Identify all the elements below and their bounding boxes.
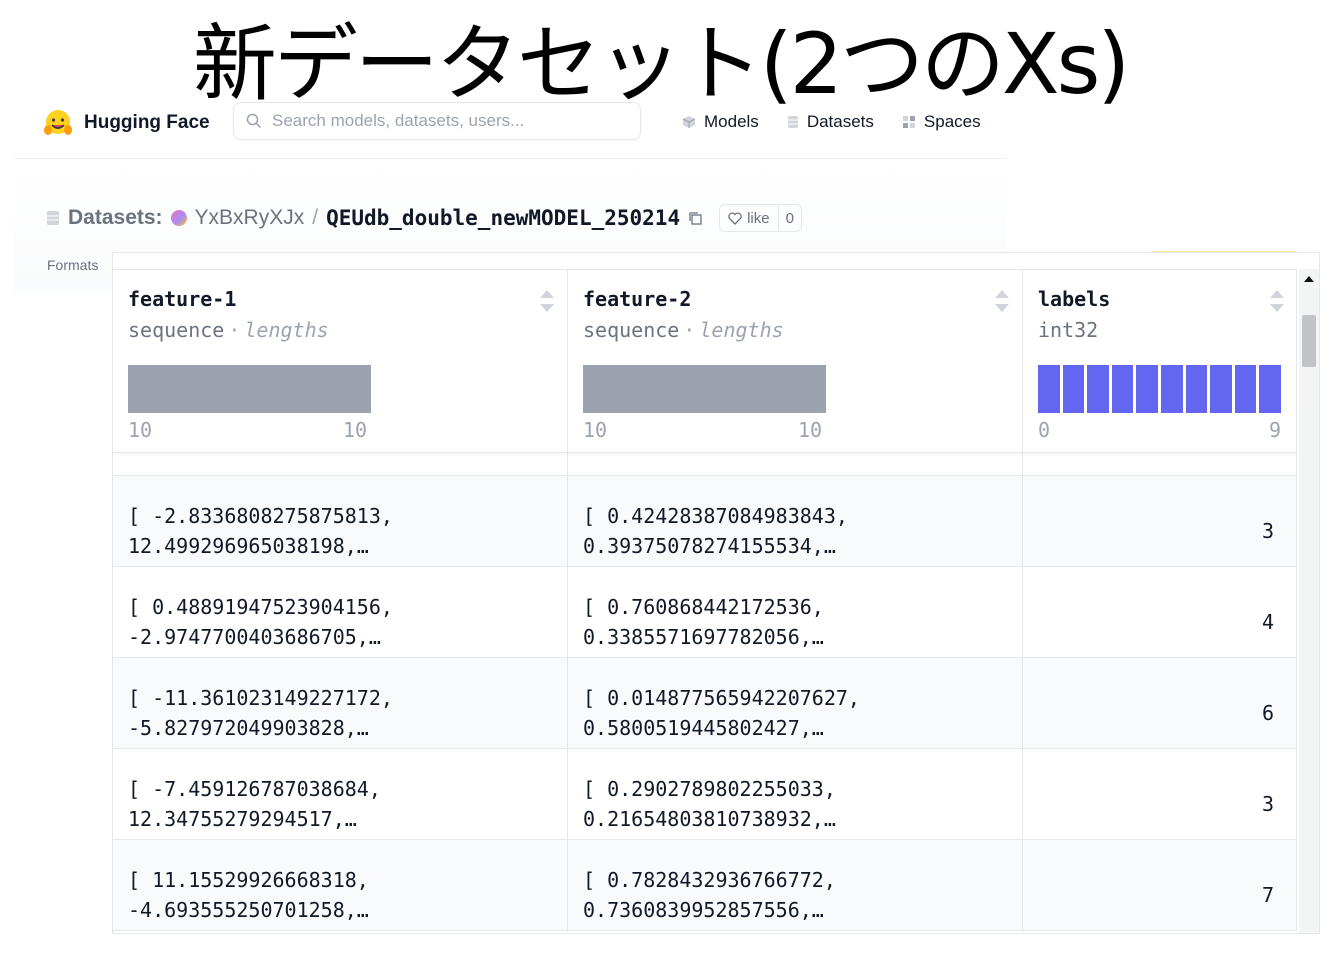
label-bin-5[interactable] (1161, 365, 1183, 413)
cell-labels[interactable]: 6 (1023, 658, 1297, 748)
column-name: feature-1 (128, 287, 237, 311)
label-bin-1[interactable] (1062, 365, 1085, 413)
cell-feature-1[interactable]: [ 0.48891947523904156, -2.974770040368670… (113, 567, 568, 657)
dataset-owner-link[interactable]: YxBxRyXJx (195, 206, 305, 230)
cell-feature-1[interactable]: [ -7.459126787038684, 12.34755279294517,… (113, 749, 568, 839)
path-separator: / (312, 206, 319, 229)
cell-labels[interactable]: 3 (1023, 749, 1297, 839)
database-icon (47, 211, 59, 225)
column-type: sequence · lengths (583, 318, 784, 342)
table-header: feature-1 sequence · lengths 10 10 feature… (113, 269, 1297, 453)
label-bin-8[interactable] (1234, 365, 1257, 413)
column-header-feature-1[interactable]: feature-1 sequence · lengths 10 10 (113, 270, 568, 452)
axis-max: 10 (343, 418, 368, 442)
label-bin-6[interactable] (1185, 365, 1208, 413)
vertical-scrollbar[interactable] (1299, 269, 1319, 933)
cell-feature-2[interactable]: [ 0.42428387084983843, 0.3937507827415553… (568, 476, 1023, 566)
search-icon (246, 113, 262, 129)
axis-max: 10 (798, 418, 823, 442)
cell-feature-2[interactable]: [ 0.760868442172536, 0.3385571697782056,… (568, 567, 1023, 657)
cell-feature-2[interactable]: [ 0.7828432936766772, 0.7360839952857556,… (568, 840, 1023, 930)
length-histogram-bar[interactable] (128, 365, 371, 413)
sort-icon[interactable] (1269, 288, 1285, 314)
dataset-viewer: [ -2.8336808275875813, 12.499296965038198… (112, 252, 1320, 934)
nav-spaces-label: Spaces (923, 112, 981, 131)
label-bin-0[interactable] (1038, 365, 1060, 413)
nav-models[interactable]: Models (682, 112, 759, 132)
label-bin-4[interactable] (1136, 365, 1158, 413)
cell-feature-1[interactable]: [ -11.361023149227172, -5.827972049903828… (113, 658, 568, 748)
sort-icon[interactable] (994, 288, 1010, 314)
cell-labels[interactable]: 4 (1023, 567, 1297, 657)
nav-models-label: Models (704, 112, 759, 131)
logo-text: Hugging Face (84, 112, 210, 133)
table-body: [ -2.8336808275875813, 12.499296965038198… (113, 413, 1297, 931)
label-bin-2[interactable] (1087, 365, 1109, 413)
axis-max: 9 (1269, 418, 1282, 442)
like-button[interactable]: like 0 (719, 204, 802, 232)
cell-feature-1[interactable]: [ 11.15529926668318, -4.693555250701258,… (113, 840, 568, 930)
table-row[interactable]: [ 0.48891947523904156, -2.974770040368670… (113, 567, 1297, 658)
nav-spaces[interactable]: Spaces (902, 112, 981, 132)
column-name: feature-2 (583, 287, 692, 311)
cell-labels[interactable]: 3 (1023, 476, 1297, 566)
label-bin-9[interactable] (1259, 365, 1281, 413)
scrollbar-thumb[interactable] (1302, 315, 1316, 367)
axis-min: 0 (1038, 418, 1051, 442)
cell-feature-2[interactable]: [ 0.014877565942207627, 0.580051944580242… (568, 658, 1023, 748)
scroll-up-arrow-icon[interactable] (1304, 276, 1314, 282)
database-icon (787, 116, 798, 128)
cell-feature-2[interactable]: [ 0.2902789802255033, 0.21654803810738932… (568, 749, 1023, 839)
table-row[interactable]: [ -11.361023149227172, -5.827972049903828… (113, 658, 1297, 749)
grid-icon (902, 116, 915, 128)
column-type: int32 (1038, 318, 1099, 342)
formats-label: Formats (47, 257, 99, 273)
column-name: labels (1038, 287, 1111, 311)
length-histogram-bar[interactable] (583, 365, 826, 413)
cell-feature-1[interactable]: [ -2.8336808275875813, 12.499296965038198… (113, 476, 568, 566)
label-bin-7[interactable] (1210, 365, 1232, 413)
heart-icon (728, 211, 742, 225)
label-bin-3[interactable] (1111, 365, 1134, 413)
table-row[interactable]: [ 11.15529926668318, -4.693555250701258,…… (113, 840, 1297, 931)
main-nav: Models Datasets Spaces (682, 112, 981, 132)
column-header-feature-2[interactable]: feature-2 sequence · lengths 10 10 (568, 270, 1023, 452)
datasets-prefix: Datasets: (68, 206, 163, 229)
like-label: like (747, 209, 770, 227)
like-toggle[interactable]: like (720, 205, 779, 231)
dataset-name-link[interactable]: QEUdb_double_newMODEL_250214 (326, 206, 680, 230)
cell-labels[interactable]: 7 (1023, 840, 1297, 930)
column-header-labels[interactable]: labels int32 0 9 (1023, 270, 1297, 452)
owner-avatar (170, 210, 187, 226)
axis-min: 10 (583, 418, 608, 442)
cube-icon (682, 116, 696, 128)
labels-histogram (1038, 365, 1281, 413)
table-row[interactable]: [ -7.459126787038684, 12.34755279294517,…… (113, 749, 1297, 840)
slide-title: 新データセット(2つのXs) (192, 15, 1130, 113)
column-type: sequence · lengths (128, 318, 329, 342)
like-count: 0 (785, 209, 794, 227)
dataset-title: Datasets: YxBxRyXJx / QEUdb_double_newMO… (46, 204, 802, 232)
table-row[interactable]: [ -2.8336808275875813, 12.499296965038198… (113, 476, 1297, 567)
sort-icon[interactable] (539, 288, 555, 314)
nav-datasets[interactable]: Datasets (787, 112, 874, 132)
axis-min: 10 (128, 418, 153, 442)
nav-datasets-label: Datasets (806, 112, 874, 131)
copy-icon[interactable] (688, 211, 703, 226)
